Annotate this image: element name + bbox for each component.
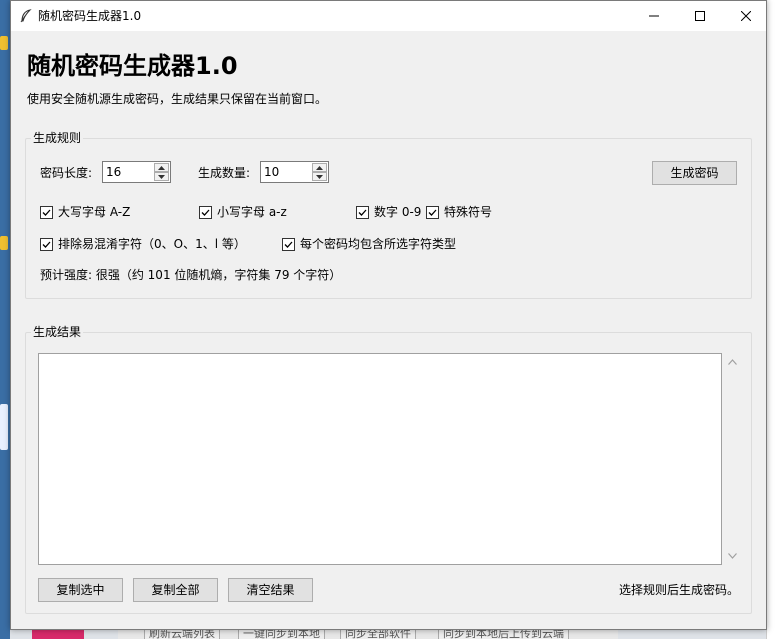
title-bar[interactable]: 随机密码生成器1.0 <box>11 1 766 31</box>
checkmark-icon <box>358 209 367 216</box>
minimize-icon <box>649 15 659 17</box>
length-label: 密码长度: <box>40 166 93 180</box>
app-title: 随机密码生成器1.0 <box>27 52 238 80</box>
maximize-button[interactable] <box>677 1 723 31</box>
results-textarea[interactable] <box>38 353 722 565</box>
checkbox-box <box>426 205 439 219</box>
chevron-up-icon <box>158 165 165 170</box>
lowercase-label: 小写字母 a-z <box>217 205 287 219</box>
close-icon <box>741 11 751 21</box>
lowercase-checkbox[interactable]: 小写字母 a-z <box>199 204 287 220</box>
feather-icon <box>20 9 32 23</box>
count-value: 10 <box>264 165 280 179</box>
checkbox-box <box>40 237 53 251</box>
length-increment-button[interactable] <box>154 163 169 172</box>
background-tile <box>0 404 8 450</box>
checkbox-box <box>282 237 295 251</box>
checkbox-box <box>199 205 212 219</box>
results-scrollbar[interactable] <box>724 353 741 565</box>
digits-checkbox[interactable]: 数字 0-9 <box>356 204 421 220</box>
app-description: 使用安全随机源生成密码，生成结果只保留在当前窗口。 <box>27 92 328 106</box>
chevron-down-icon <box>158 174 165 179</box>
count-increment-button[interactable] <box>312 163 327 172</box>
close-button[interactable] <box>723 1 769 31</box>
count-label: 生成数量: <box>198 166 251 180</box>
uppercase-checkbox[interactable]: 大写字母 A-Z <box>40 204 130 220</box>
exclude-ambiguous-label: 排除易混淆字符（0、O、1、l 等） <box>58 237 246 251</box>
minimize-button[interactable] <box>631 1 677 31</box>
strength-text: 预计强度: 很强（约 101 位随机熵，字符集 79 个字符） <box>40 268 342 282</box>
clear-results-button[interactable]: 清空结果 <box>228 578 313 602</box>
background-tile <box>0 236 8 250</box>
scroll-down-icon[interactable] <box>728 553 737 559</box>
rules-group-label: 生成规则 <box>31 131 84 145</box>
count-decrement-button[interactable] <box>312 172 327 181</box>
checkmark-icon <box>42 241 51 248</box>
copy-all-button[interactable]: 复制全部 <box>133 578 218 602</box>
checkmark-icon <box>284 241 293 248</box>
password-generator-window: 随机密码生成器1.0 随机密码生成器1.0 使用安全随机源生成密码，生成结果只保… <box>10 0 767 630</box>
symbols-checkbox[interactable]: 特殊符号 <box>426 204 492 220</box>
checkbox-box <box>356 205 369 219</box>
background-tile <box>0 36 8 50</box>
exclude-ambiguous-checkbox[interactable]: 排除易混淆字符（0、O、1、l 等） <box>40 236 246 252</box>
background-app-right <box>766 0 776 639</box>
require-all-types-checkbox[interactable]: 每个密码均包含所选字符类型 <box>282 236 456 252</box>
generate-button[interactable]: 生成密码 <box>652 161 737 185</box>
length-decrement-button[interactable] <box>154 172 169 181</box>
background-app-left <box>0 0 10 639</box>
maximize-icon <box>695 11 705 21</box>
length-value: 16 <box>106 165 122 179</box>
chevron-up-icon <box>316 165 323 170</box>
scroll-up-icon[interactable] <box>728 359 737 365</box>
window-title: 随机密码生成器1.0 <box>38 9 142 23</box>
chevron-down-icon <box>316 174 323 179</box>
require-all-types-label: 每个密码均包含所选字符类型 <box>300 237 457 251</box>
length-spinbox[interactable]: 16 <box>102 161 171 183</box>
digits-label: 数字 0-9 <box>374 205 422 219</box>
checkmark-icon <box>201 209 210 216</box>
copy-selected-button[interactable]: 复制选中 <box>38 578 123 602</box>
count-spinbox[interactable]: 10 <box>260 161 329 183</box>
results-group-label: 生成结果 <box>31 325 84 339</box>
checkmark-icon <box>428 209 437 216</box>
checkmark-icon <box>42 209 51 216</box>
symbols-label: 特殊符号 <box>444 205 493 219</box>
checkbox-box <box>40 205 53 219</box>
status-text: 选择规则后生成密码。 <box>619 583 740 597</box>
uppercase-label: 大写字母 A-Z <box>58 205 131 219</box>
